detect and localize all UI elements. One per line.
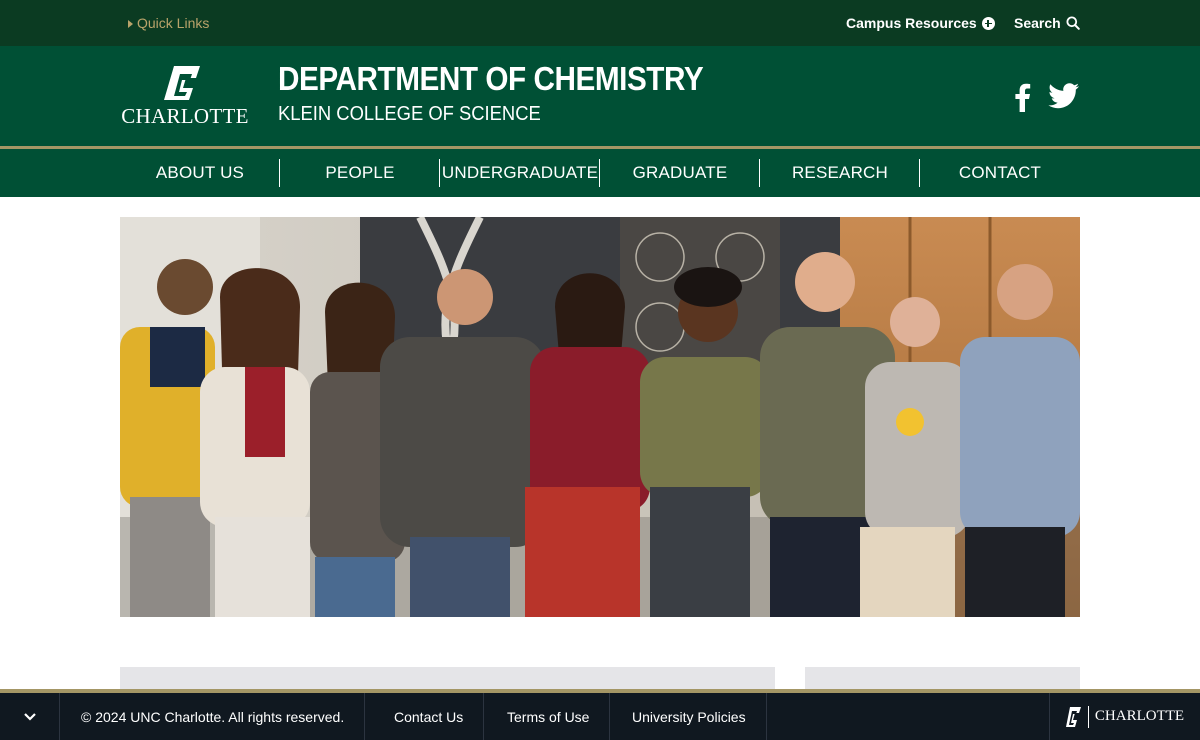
caret-right-icon — [128, 19, 133, 28]
campus-resources-label: Campus Resources — [846, 15, 977, 31]
search-button[interactable]: Search — [1014, 15, 1080, 31]
main-nav: ABOUT US PEOPLE UNDERGRADUATE GRADUATE R… — [0, 149, 1200, 197]
campus-resources-button[interactable]: Campus Resources — [846, 15, 995, 31]
charlotte-c-logo-icon — [164, 66, 200, 100]
nav-people[interactable]: PEOPLE — [280, 149, 440, 197]
search-label: Search — [1014, 15, 1061, 31]
hero-group-photo — [120, 217, 1080, 617]
quick-links-toggle[interactable]: Quick Links — [128, 15, 209, 31]
search-icon — [1066, 16, 1080, 30]
twitter-link[interactable] — [1048, 82, 1080, 115]
plus-circle-icon — [981, 16, 995, 30]
charlotte-logo[interactable]: CHARLOTTE — [120, 64, 250, 128]
utility-bar: Quick Links Campus Resources Search — [0, 0, 1200, 46]
footer-copyright: © 2024 UNC Charlotte. All rights reserve… — [61, 693, 366, 740]
facebook-icon — [1015, 83, 1031, 112]
nav-contact[interactable]: CONTACT — [920, 149, 1080, 197]
footer-terms-link[interactable]: Terms of Use — [487, 693, 611, 740]
charlotte-c-logo-icon — [1065, 706, 1081, 727]
nav-about-us[interactable]: ABOUT US — [120, 149, 280, 197]
footer-contact-us-link[interactable]: Contact Us — [374, 693, 485, 740]
footer-policies-link[interactable]: University Policies — [612, 693, 767, 740]
footer-expand-toggle[interactable] — [0, 693, 60, 740]
site-footer: © 2024 UNC Charlotte. All rights reserve… — [0, 693, 1200, 740]
nav-undergraduate[interactable]: UNDERGRADUATE — [440, 149, 600, 197]
twitter-icon — [1048, 83, 1079, 109]
logo-wordmark: CHARLOTTE — [121, 104, 249, 128]
nav-graduate[interactable]: GRADUATE — [600, 149, 760, 197]
footer-logo-wordmark: CHARLOTTE — [1094, 708, 1185, 724]
facebook-link[interactable] — [1012, 82, 1032, 117]
site-header: CHARLOTTE DEPARTMENT OF CHEMISTRY KLEIN … — [0, 46, 1200, 146]
chevron-down-icon — [23, 712, 36, 721]
footer-logo-divider — [1087, 705, 1089, 728]
footer-charlotte-logo[interactable]: CHARLOTTE — [1049, 693, 1200, 740]
group-photo-image — [120, 217, 1080, 617]
nav-research[interactable]: RESEARCH — [760, 149, 920, 197]
quick-links-label: Quick Links — [137, 15, 210, 31]
department-title[interactable]: DEPARTMENT OF CHEMISTRY — [278, 60, 704, 98]
college-subtitle[interactable]: KLEIN COLLEGE OF SCIENCE — [278, 103, 541, 126]
